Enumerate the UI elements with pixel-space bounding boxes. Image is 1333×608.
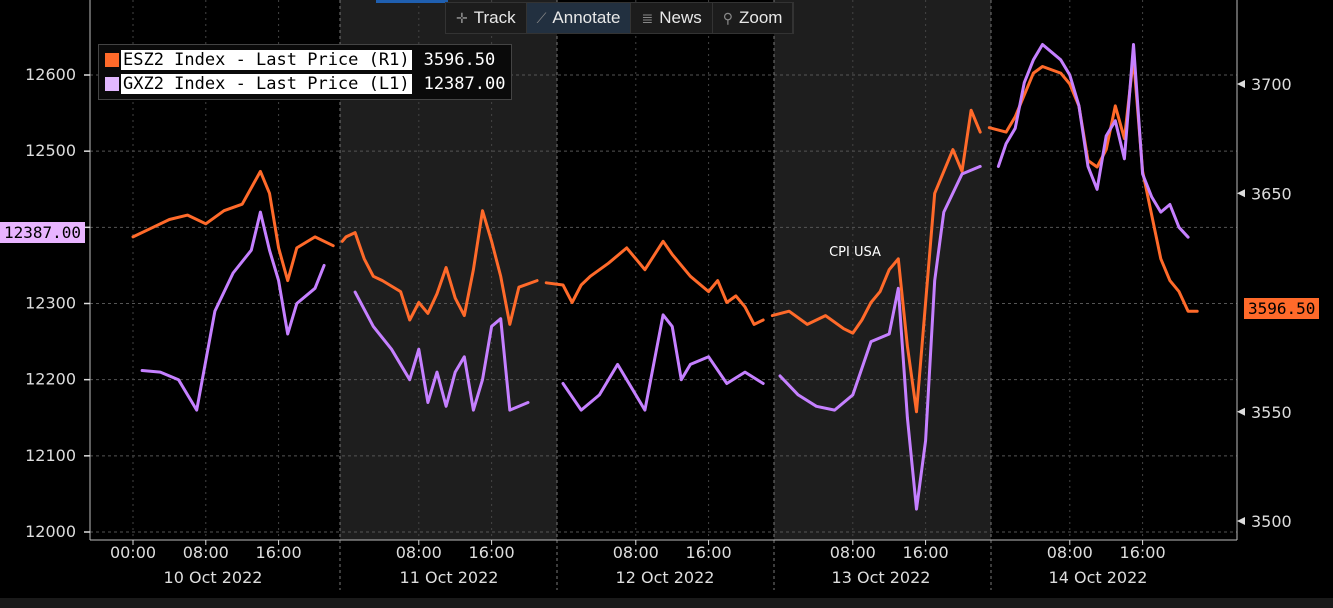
- legend-swatch-esz2: [105, 53, 119, 67]
- zoom-label: Zoom: [739, 8, 783, 27]
- x-tick-label-8: 16:00: [903, 543, 949, 562]
- right-tick-label-2: 3650: [1251, 184, 1292, 203]
- left-tick-label-3: 12300: [25, 294, 76, 313]
- chart-legend: ESZ2 Index - Last Price (R1) 3596.50 GXZ…: [98, 44, 513, 100]
- x-tick-label-7: 08:00: [830, 543, 876, 562]
- right-tick-label-1: 3550: [1251, 403, 1292, 422]
- track-label: Track: [473, 8, 516, 27]
- magnifier-icon: ⚲: [722, 9, 733, 26]
- right-last-price-tag: 3596.50: [1244, 298, 1320, 319]
- left-last-price-tag: 12387.00: [0, 222, 86, 243]
- zoom-button[interactable]: ⚲ Zoom: [713, 3, 794, 33]
- day-label-3: 13 Oct 2022: [832, 568, 931, 587]
- day-label-1: 11 Oct 2022: [400, 568, 499, 587]
- chart-toolbar: ✛ Track ⟋ Annotate ≣ News ⚲ Zoom: [445, 2, 795, 34]
- legend-value-esz2: 3596.50: [423, 50, 496, 70]
- legend-row-esz2: ESZ2 Index - Last Price (R1) 3596.50: [105, 48, 505, 72]
- news-label: News: [659, 8, 702, 27]
- day-label-0: 10 Oct 2022: [164, 568, 263, 587]
- x-tick-label-10: 16:00: [1120, 543, 1166, 562]
- x-tick-label-9: 08:00: [1047, 543, 1093, 562]
- series-0-segment-0: [131, 169, 335, 283]
- right-tick-label-0: 3500: [1251, 512, 1292, 531]
- day-label-4: 14 Oct 2022: [1049, 568, 1148, 587]
- annotation-cpi-usa: CPI USA: [829, 245, 881, 260]
- series-1-segment-2: [561, 313, 765, 412]
- active-tab-marker: [376, 0, 448, 3]
- left-tick-label-5: 12500: [25, 141, 76, 160]
- x-tick-label-1: 08:00: [183, 543, 229, 562]
- left-tick-label-0: 12000: [25, 522, 76, 541]
- series-1-segment-0: [140, 210, 326, 412]
- left-tick-label-1: 12100: [25, 446, 76, 465]
- day-shade-1: [774, 0, 991, 540]
- crosshair-icon: ✛: [456, 9, 468, 26]
- annotate-label: Annotate: [552, 8, 621, 27]
- right-tick-label-3: 3700: [1251, 75, 1292, 94]
- legend-value-gxz2: 12387.00: [423, 74, 506, 94]
- x-tick-label-5: 08:00: [613, 543, 659, 562]
- annotate-button[interactable]: ⟋ Annotate: [526, 3, 632, 33]
- x-tick-label-6: 16:00: [686, 543, 732, 562]
- track-button[interactable]: ✛ Track: [446, 3, 527, 33]
- legend-row-gxz2: GXZ2 Index - Last Price (L1) 12387.00: [105, 72, 505, 96]
- pencil-icon: ⟋: [536, 9, 547, 26]
- left-tick-label-6: 12600: [25, 65, 76, 84]
- series-1-segment-4: [996, 43, 1190, 239]
- list-icon: ≣: [641, 9, 654, 26]
- series-0-segment-2: [544, 239, 765, 326]
- x-tick-label-0: 00:00: [110, 543, 156, 562]
- x-tick-label-2: 16:00: [256, 543, 302, 562]
- bottom-bar: [0, 598, 1333, 608]
- x-tick-label-4: 16:00: [469, 543, 515, 562]
- news-button[interactable]: ≣ News: [631, 3, 713, 33]
- left-tick-label-2: 12200: [25, 370, 76, 389]
- legend-swatch-gxz2: [105, 77, 119, 91]
- day-label-2: 12 Oct 2022: [616, 568, 715, 587]
- legend-name-gxz2: GXZ2 Index - Last Price (L1): [121, 74, 412, 94]
- x-tick-label-3: 08:00: [396, 543, 442, 562]
- legend-name-esz2: ESZ2 Index - Last Price (R1): [121, 50, 412, 70]
